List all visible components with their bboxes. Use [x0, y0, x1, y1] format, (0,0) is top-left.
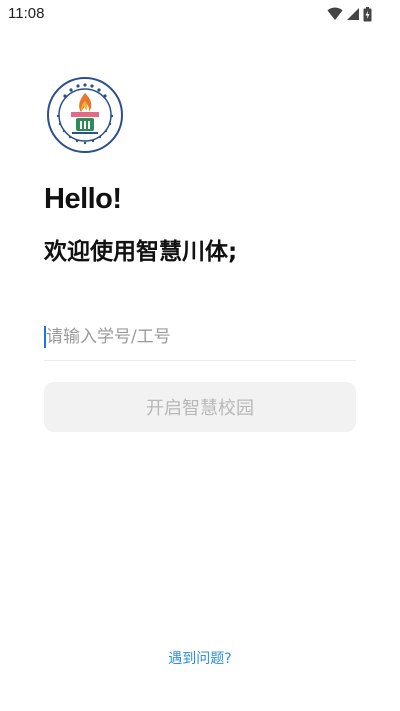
- help-link[interactable]: 遇到问题?: [0, 648, 400, 668]
- text-caret: [44, 326, 46, 348]
- id-input[interactable]: [44, 318, 358, 356]
- welcome-heading: 欢迎使用智慧川体;: [44, 239, 238, 265]
- open-campus-button[interactable]: 开启智慧校园: [44, 382, 356, 432]
- status-bar: 11:08: [0, 0, 400, 28]
- status-time: 11:08: [8, 5, 45, 22]
- hello-heading: Hello!: [44, 183, 122, 215]
- wifi-icon: [327, 7, 343, 21]
- cell-signal-icon: [346, 7, 360, 21]
- id-input-container: [44, 318, 358, 361]
- login-screen: 11:08 Hello! 欢迎使用智慧川体; 请输入学号/工号 开启智慧校园 遇…: [0, 0, 400, 711]
- status-icons: [327, 6, 372, 22]
- college-logo: [46, 76, 124, 154]
- battery-icon: [363, 6, 372, 22]
